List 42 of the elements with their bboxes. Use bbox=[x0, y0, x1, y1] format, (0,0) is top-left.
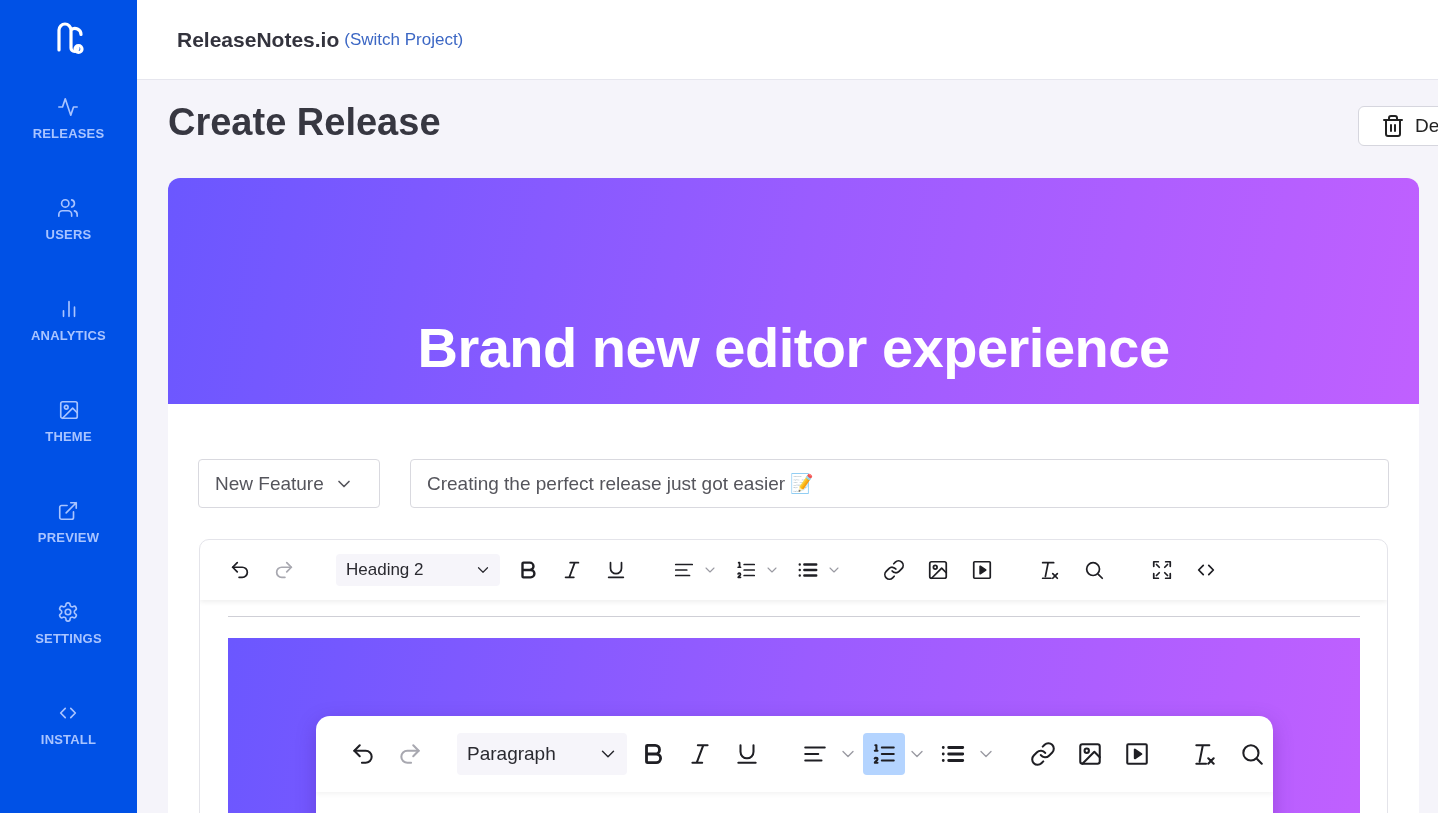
sidebar-item[interactable]: ANALYTICS bbox=[31, 298, 106, 399]
undo-icon bbox=[350, 741, 376, 767]
image-icon bbox=[927, 559, 949, 581]
sidebar-item[interactable]: USERS bbox=[45, 197, 92, 298]
numbered-list-icon bbox=[871, 741, 897, 767]
trash-icon bbox=[1381, 114, 1405, 138]
block-format-dropdown[interactable]: Paragraph bbox=[457, 733, 627, 775]
search-icon bbox=[1239, 741, 1265, 767]
sidebar-item[interactable]: SETTINGS bbox=[35, 601, 102, 702]
numbered-list-button[interactable] bbox=[863, 733, 905, 775]
link-icon bbox=[883, 559, 905, 581]
fullscreen-icon bbox=[1151, 559, 1173, 581]
sidebar-item[interactable]: RELEASES bbox=[32, 96, 105, 197]
pulse-icon bbox=[57, 96, 80, 118]
video-icon bbox=[1124, 741, 1150, 767]
project-name: ReleaseNotes.io bbox=[177, 27, 340, 52]
link-icon bbox=[1030, 741, 1056, 767]
delete-button[interactable]: De bbox=[1358, 106, 1438, 146]
page-title: Create Release bbox=[168, 100, 441, 144]
numbered-list-icon bbox=[735, 559, 757, 581]
switch-project-link[interactable]: (Switch Project) bbox=[344, 29, 464, 50]
sidebar-item[interactable]: INSTALL bbox=[40, 702, 97, 803]
underline-icon bbox=[605, 559, 627, 581]
category-dropdown[interactable]: New Feature bbox=[198, 459, 380, 508]
redo-icon bbox=[273, 559, 295, 581]
image-icon bbox=[1077, 741, 1103, 767]
external-link-icon bbox=[57, 500, 80, 522]
settings-icon bbox=[57, 601, 80, 623]
clear-format-icon bbox=[1039, 559, 1061, 581]
sidebar-item[interactable]: PREVIEW bbox=[37, 500, 100, 601]
clear-format-icon bbox=[1192, 741, 1218, 767]
underline-icon bbox=[734, 741, 760, 767]
search-icon bbox=[1083, 559, 1105, 581]
block-format-dropdown[interactable]: Heading 2 bbox=[336, 554, 500, 586]
release-title-field[interactable]: Creating the perfect release just got easier 📝 bbox=[410, 459, 1389, 508]
video-icon bbox=[971, 559, 993, 581]
redo-icon bbox=[397, 741, 423, 767]
banner-title: Brand new editor experience bbox=[417, 315, 1170, 380]
users-icon bbox=[57, 197, 80, 219]
image-icon bbox=[57, 399, 80, 421]
undo-icon bbox=[229, 559, 251, 581]
sidebar-item[interactable]: THEME bbox=[45, 399, 92, 500]
